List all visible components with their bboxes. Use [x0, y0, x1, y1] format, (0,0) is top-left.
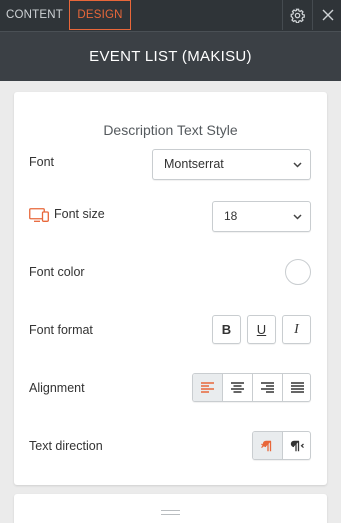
top-tab-bar: CONTENT DESIGN: [0, 0, 341, 31]
text-direction-ltr-button[interactable]: [253, 432, 282, 459]
rtl-icon: [290, 440, 304, 451]
bold-glyph: B: [221, 322, 232, 337]
text-direction-button-group: [252, 431, 311, 460]
tab-content[interactable]: CONTENT: [0, 0, 69, 30]
alignment-label: Alignment: [29, 381, 85, 395]
chevron-down-icon: [292, 150, 302, 179]
align-center-button[interactable]: [222, 374, 251, 401]
font-size-value: 18: [224, 209, 238, 223]
align-left-button[interactable]: [193, 374, 222, 401]
settings-scroll-area[interactable]: Description Text Style Font Montserrat F…: [0, 81, 341, 523]
font-format-label: Font format: [29, 323, 93, 337]
font-color-swatch[interactable]: [285, 259, 311, 285]
resize-handle[interactable]: [161, 510, 180, 511]
font-size-label: Font size: [54, 207, 105, 221]
bold-button[interactable]: B: [212, 315, 241, 344]
font-select-value: Montserrat: [164, 157, 224, 171]
settings-button[interactable]: [283, 0, 312, 30]
description-text-style-panel: Description Text Style Font Montserrat F…: [14, 92, 327, 485]
ltr-icon: [260, 440, 271, 451]
page-title: EVENT LIST (MAKISU): [89, 48, 252, 65]
align-right-button[interactable]: [252, 374, 281, 401]
next-section-panel: [14, 494, 327, 523]
font-color-label: Font color: [29, 265, 85, 279]
resize-handle-line: [161, 514, 180, 515]
desktop-mobile-icon[interactable]: [29, 208, 49, 222]
italic-glyph: I: [294, 321, 299, 337]
font-label: Font: [29, 155, 55, 169]
close-button[interactable]: [313, 0, 341, 30]
text-direction-rtl-button[interactable]: [282, 432, 310, 459]
tab-design[interactable]: DESIGN: [69, 0, 131, 30]
align-left-icon: [201, 382, 214, 393]
italic-button[interactable]: I: [282, 315, 311, 344]
close-icon: [322, 9, 333, 21]
font-select[interactable]: Montserrat: [152, 149, 311, 180]
underline-button[interactable]: U: [247, 315, 276, 344]
align-justify-icon: [290, 382, 304, 393]
alignment-button-group: [192, 373, 311, 402]
text-direction-label: Text direction: [29, 439, 103, 453]
gear-icon: [290, 8, 305, 23]
align-right-icon: [260, 382, 274, 393]
section-title: Description Text Style: [103, 122, 238, 138]
font-size-select[interactable]: 18: [212, 201, 311, 232]
align-center-icon: [230, 382, 244, 393]
chevron-down-icon: [292, 202, 302, 231]
align-justify-button[interactable]: [282, 374, 310, 401]
title-bar: EVENT LIST (MAKISU): [0, 31, 341, 81]
underline-glyph: U: [256, 322, 267, 337]
